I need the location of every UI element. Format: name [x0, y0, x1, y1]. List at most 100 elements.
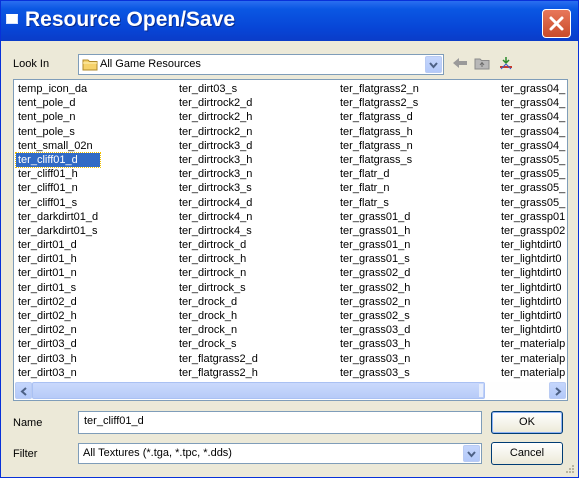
file-item[interactable]: ter_dirt01_n [16, 266, 100, 280]
file-item[interactable]: ter_cliff01_d [14, 151, 102, 169]
file-item[interactable]: ter_flatgrass2_h [177, 366, 260, 380]
file-item[interactable]: ter_grass03_s [338, 366, 421, 380]
file-item[interactable]: ter_dirtrock3_n [177, 167, 260, 181]
file-item[interactable]: ter_flatr_d [338, 167, 421, 181]
file-item[interactable]: ter_dirtrock_s [177, 281, 260, 295]
file-item[interactable]: ter_grass04_ [499, 125, 567, 139]
file-item[interactable]: ter_grassp02 [499, 224, 567, 238]
file-item[interactable]: ter_darkdirt01_d [16, 210, 100, 224]
file-item[interactable]: ter_dirt02_d [16, 295, 100, 309]
up-folder-button[interactable] [473, 55, 493, 71]
file-item[interactable]: temp_icon_da [16, 82, 100, 96]
file-item[interactable]: ter_grass05_ [499, 181, 567, 195]
ok-button[interactable]: OK [491, 411, 563, 434]
file-item[interactable]: ter_cliff01_h [16, 167, 100, 181]
file-list[interactable]: temp_icon_da tent_pole_d tent_pole_n tent_p… [13, 79, 568, 401]
new-folder-button[interactable] [497, 55, 517, 71]
scroll-thumb[interactable] [32, 382, 485, 399]
file-item[interactable]: ter_dirtrock3_h [177, 153, 260, 167]
file-item[interactable]: ter_dirtrock3_d [177, 139, 260, 153]
cancel-button[interactable]: Cancel [491, 442, 563, 465]
file-item[interactable]: tent_pole_n [16, 110, 100, 124]
file-item[interactable]: ter_grass02_n [338, 295, 421, 309]
file-item[interactable]: ter_dirt01_d [16, 238, 100, 252]
back-button[interactable] [451, 55, 471, 71]
file-item[interactable]: ter_flatgrass_s [338, 153, 421, 167]
file-item[interactable]: ter_dirtrock4_d [177, 196, 260, 210]
file-item[interactable]: ter_dirtrock2_h [177, 110, 260, 124]
file-item[interactable]: ter_dirt03_d [16, 337, 100, 351]
file-item[interactable]: ter_flatgrass_n [338, 139, 421, 153]
file-item[interactable]: ter_dirtrock4_s [177, 224, 260, 238]
file-item[interactable]: ter_lightdirt0 [499, 323, 567, 337]
file-item[interactable]: ter_dirtrock3_s [177, 181, 260, 195]
file-item[interactable]: ter_flatgrass2_d [177, 352, 260, 366]
file-item[interactable]: ter_grass04_ [499, 82, 567, 96]
file-item[interactable]: ter_drock_n [177, 323, 260, 337]
file-item[interactable]: ter_grassp01 [499, 210, 567, 224]
file-item[interactable]: ter_cliff01_s [16, 196, 100, 210]
file-item[interactable]: ter_dirtrock4_n [177, 210, 260, 224]
file-item[interactable]: ter_flatgrass_h [338, 125, 421, 139]
file-item[interactable]: ter_dirt03_n [16, 366, 100, 380]
file-item[interactable]: ter_flatr_s [338, 196, 421, 210]
file-item[interactable]: ter_dirt02_h [16, 309, 100, 323]
file-item[interactable]: ter_lightdirt0 [499, 266, 567, 280]
look-in-dropdown[interactable]: All Game Resources [78, 54, 444, 75]
file-item[interactable]: ter_lightdirt0 [499, 238, 567, 252]
file-item[interactable]: tent_pole_s [16, 125, 100, 139]
file-item[interactable]: ter_grass03_d [338, 323, 421, 337]
file-item[interactable]: ter_grass04_ [499, 110, 567, 124]
file-item[interactable]: ter_dirt01_h [16, 252, 100, 266]
file-item[interactable]: ter_flatgrass_d [338, 110, 421, 124]
close-button[interactable] [542, 9, 571, 38]
filter-dropdown-button[interactable] [463, 445, 480, 462]
file-item[interactable]: ter_dirtrock2_n [177, 125, 260, 139]
look-in-dropdown-button[interactable] [425, 56, 442, 73]
file-item[interactable]: ter_cliff01_n [16, 181, 100, 195]
file-item[interactable]: ter_grass04_ [499, 139, 567, 153]
file-item[interactable]: ter_drock_h [177, 309, 260, 323]
horizontal-scrollbar[interactable] [15, 382, 566, 399]
file-item[interactable]: ter_dirt02_n [16, 323, 100, 337]
file-item[interactable]: tent_small_02n [16, 139, 100, 153]
file-item[interactable]: ter_lightdirt0 [499, 295, 567, 309]
file-item[interactable]: ter_dirt01_s [16, 281, 100, 295]
file-item[interactable]: ter_flatr_n [338, 181, 421, 195]
file-item[interactable]: ter_dirtrock_h [177, 252, 260, 266]
file-item[interactable]: ter_lightdirt0 [499, 281, 567, 295]
file-item[interactable]: ter_dirtrock_n [177, 266, 260, 280]
filter-dropdown[interactable]: All Textures (*.tga, *.tpc, *.dds) [78, 443, 482, 464]
file-item[interactable]: ter_grass01_h [338, 224, 421, 238]
file-item[interactable]: ter_grass05_ [499, 153, 567, 167]
file-item[interactable]: ter_grass03_h [338, 337, 421, 351]
name-input[interactable]: ter_cliff01_d [78, 411, 482, 434]
file-item[interactable]: ter_grass02_s [338, 309, 421, 323]
file-item[interactable]: ter_materialp [499, 352, 567, 366]
file-item[interactable]: ter_dirt03_h [16, 352, 100, 366]
file-item[interactable]: ter_grass05_ [499, 196, 567, 210]
file-item[interactable]: ter_lightdirt0 [499, 252, 567, 266]
scroll-right-button[interactable] [549, 382, 566, 399]
file-item[interactable]: ter_dirtrock2_d [177, 96, 260, 110]
file-item[interactable]: ter_grass01_d [338, 210, 421, 224]
file-item[interactable]: ter_drock_s [177, 337, 260, 351]
file-item[interactable]: ter_grass05_ [499, 167, 567, 181]
file-item[interactable]: ter_materialp [499, 337, 567, 351]
file-item[interactable]: ter_darkdirt01_s [16, 224, 100, 238]
file-item[interactable]: ter_drock_d [177, 295, 260, 309]
file-item[interactable]: ter_grass04_ [499, 96, 567, 110]
file-item[interactable]: ter_flatgrass2_n [338, 82, 421, 96]
file-item[interactable]: ter_grass03_n [338, 352, 421, 366]
file-item[interactable]: ter_lightdirt0 [499, 309, 567, 323]
resize-grip-icon[interactable] [565, 464, 575, 474]
scroll-left-button[interactable] [15, 382, 32, 399]
file-item[interactable]: ter_grass01_n [338, 238, 421, 252]
file-item[interactable]: ter_dirt03_s [177, 82, 260, 96]
file-item[interactable]: ter_grass01_s [338, 252, 421, 266]
file-item[interactable]: ter_grass02_h [338, 281, 421, 295]
file-item[interactable]: ter_grass02_d [338, 266, 421, 280]
file-item[interactable]: ter_dirtrock_d [177, 238, 260, 252]
file-item[interactable]: tent_pole_d [16, 96, 100, 110]
file-item[interactable]: ter_materialp [499, 366, 567, 380]
